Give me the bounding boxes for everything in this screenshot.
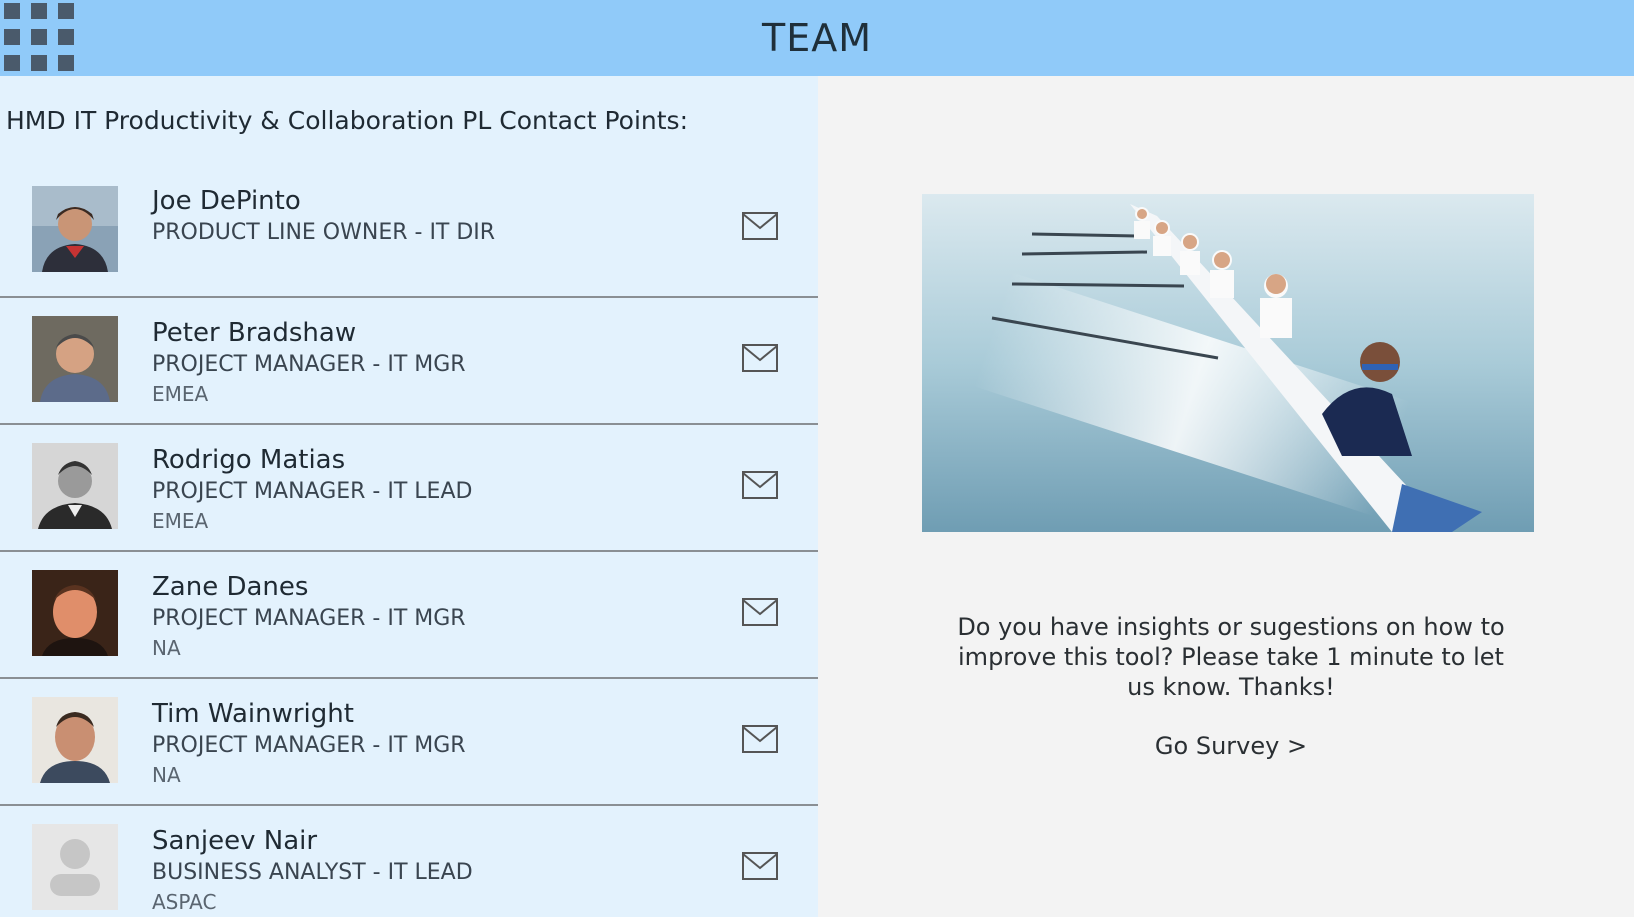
contacts-panel: HMD IT Productivity & Collaboration PL C…	[0, 76, 818, 917]
rowing-team-image	[922, 194, 1534, 532]
contact-role: PROJECT MANAGER - IT LEAD	[152, 479, 473, 504]
contact-region: ASPAC	[152, 890, 217, 914]
contact-name: Tim Wainwright	[152, 699, 354, 729]
avatar-placeholder-icon	[32, 824, 118, 910]
mail-icon[interactable]	[742, 852, 778, 880]
avatar	[32, 443, 118, 529]
contact-region: EMEA	[152, 382, 209, 406]
page-title: TEAM	[761, 16, 872, 60]
mail-icon[interactable]	[742, 212, 778, 240]
contact-name: Rodrigo Matias	[152, 445, 346, 475]
info-panel: Do you have insights or sugestions on ho…	[818, 76, 1634, 917]
survey-message: Do you have insights or sugestions on ho…	[957, 613, 1505, 701]
contact-name: Sanjeev Nair	[152, 826, 318, 856]
contact-name: Joe DePinto	[152, 186, 301, 216]
mail-icon[interactable]	[742, 344, 778, 372]
avatar	[32, 697, 118, 783]
contact-row[interactable]: Peter Bradshaw PROJECT MANAGER - IT MGR …	[0, 298, 818, 425]
avatar	[32, 186, 118, 272]
contact-row[interactable]: Joe DePinto PRODUCT LINE OWNER - IT DIR	[0, 182, 818, 298]
contact-role: PRODUCT LINE OWNER - IT DIR	[152, 220, 496, 245]
contact-list: Joe DePinto PRODUCT LINE OWNER - IT DIR …	[0, 182, 818, 917]
contact-name: Zane Danes	[152, 572, 309, 602]
go-survey-link[interactable]: Go Survey >	[946, 732, 1516, 760]
contact-row[interactable]: Tim Wainwright PROJECT MANAGER - IT MGR …	[0, 679, 818, 806]
mail-icon[interactable]	[742, 725, 778, 753]
app-header: TEAM	[0, 0, 1634, 76]
contact-row[interactable]: Rodrigo Matias PROJECT MANAGER - IT LEAD…	[0, 425, 818, 552]
avatar	[32, 570, 118, 656]
contact-region: NA	[152, 763, 181, 787]
contact-role: PROJECT MANAGER - IT MGR	[152, 733, 466, 758]
contact-name: Peter Bradshaw	[152, 318, 357, 348]
contact-row[interactable]: Zane Danes PROJECT MANAGER - IT MGR NA	[0, 552, 818, 679]
mail-icon[interactable]	[742, 598, 778, 626]
contact-row[interactable]: Sanjeev Nair BUSINESS ANALYST - IT LEAD …	[0, 806, 818, 917]
contact-role: PROJECT MANAGER - IT MGR	[152, 606, 466, 631]
mail-icon[interactable]	[742, 471, 778, 499]
contact-role: BUSINESS ANALYST - IT LEAD	[152, 860, 473, 885]
contact-role: PROJECT MANAGER - IT MGR	[152, 352, 466, 377]
contact-region: NA	[152, 636, 181, 660]
contact-region: EMEA	[152, 509, 209, 533]
avatar	[32, 316, 118, 402]
section-title: HMD IT Productivity & Collaboration PL C…	[6, 106, 688, 135]
